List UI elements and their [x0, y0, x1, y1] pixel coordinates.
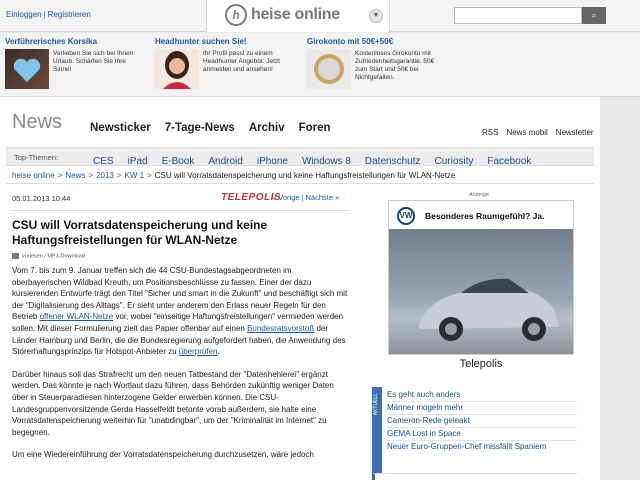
list-item[interactable]: Neuer Euro-Gruppen-Chef missfällt Spanie…: [387, 441, 577, 453]
site-logo[interactable]: h heise online ▼: [206, 0, 390, 32]
list-item[interactable]: Männer mogeln mehr: [387, 402, 577, 414]
article-headline: CSU will Vorratsdatenspeicherung und kei…: [12, 218, 268, 247]
paragraph: Darüber hinaus soll das Strafrecht um de…: [12, 369, 334, 437]
topic-link[interactable]: E-Book: [162, 156, 195, 167]
breadcrumb-item[interactable]: 2013: [96, 171, 114, 180]
breadcrumb: heise online > News >2013 > KW 1 > CSU will Vor…: [12, 171, 455, 180]
chevron-down-icon[interactable]: ▼: [369, 9, 383, 23]
article-pagination: « Vorige | Nächste »: [272, 193, 339, 202]
teaser-image: [155, 49, 199, 89]
ad-label: Anzeige: [469, 192, 489, 198]
teaser-image: [307, 49, 351, 89]
breadcrumb-item[interactable]: KW 1: [125, 171, 145, 180]
heart-icon: [13, 58, 41, 82]
article-date: 05.01.2013 10:44: [12, 194, 71, 203]
link-bundesrat[interactable]: Bundesratsvorstoß: [247, 324, 314, 333]
divider: [10, 210, 350, 211]
nav-archiv[interactable]: Archiv: [249, 122, 285, 134]
register-link[interactable]: Registrieren: [48, 10, 91, 19]
ad-caption[interactable]: Telepolis: [388, 358, 574, 370]
account-links: Einloggen | Registrieren: [6, 10, 91, 19]
logo-text: heise online: [251, 6, 340, 23]
topic-link[interactable]: Curiosity: [434, 156, 473, 167]
person-icon: [163, 51, 191, 89]
divider: [6, 183, 594, 184]
topics-label: Top-Themen:: [14, 153, 59, 162]
advertisement[interactable]: VW Besonderes Raumgefühl? Ja.: [388, 200, 574, 355]
teaser-headhunter[interactable]: Headhunter suchen Sie! Ihr Profil passt …: [155, 37, 300, 95]
rss-link[interactable]: RSS: [482, 128, 498, 137]
teaser-text: Verlieben Sie sich bei Ihrem Urlaub. Sch…: [53, 50, 134, 73]
breadcrumb-item[interactable]: heise online: [12, 171, 55, 180]
search-icon: ⌕: [591, 10, 597, 20]
separator: |: [43, 10, 46, 19]
current-news-box: AKTUELL Es geht auch anders Männer mogel…: [372, 387, 577, 473]
ad-header: VW Besonderes Raumgefühl? Ja.: [389, 201, 573, 229]
next-link[interactable]: Nächste »: [305, 193, 339, 202]
coin-icon: [314, 54, 344, 84]
separator: >: [88, 171, 94, 180]
top-topics-bar: Top-Themen: CES iPad E-Book Android iPhone Wi…: [6, 147, 594, 169]
ad-slogan: Besonderes Raumgefühl? Ja.: [425, 211, 545, 221]
teaser-title[interactable]: Girokonto mit 50€+50€: [307, 37, 447, 46]
topic-link[interactable]: Facebook: [487, 156, 531, 167]
article-body: Vom 7. bis zum 9. Januar treffen sich di…: [12, 265, 348, 472]
audio-links[interactable]: vorlesen / MP3-Download: [12, 253, 85, 259]
separator: >: [116, 171, 122, 180]
list-tag: AKTUELL: [372, 387, 382, 473]
login-link[interactable]: Einloggen: [6, 10, 42, 19]
vw-logo: VW: [397, 207, 415, 225]
paragraph: Vom 7. bis zum 9. Januar treffen sich di…: [12, 265, 348, 358]
topics-list: CES iPad E-Book Android iPhone Windows 8 Daten…: [93, 151, 545, 169]
teaser-title[interactable]: Verführerisches Korsika: [5, 37, 145, 46]
top-bar: Einloggen | Registrieren h heise online ▼ …: [0, 0, 640, 32]
nav-foren[interactable]: Foren: [299, 122, 331, 134]
topic-link[interactable]: Datenschutz: [365, 156, 421, 167]
topic-link[interactable]: iPhone: [257, 156, 288, 167]
link-wlan[interactable]: offener WLAN-Netze: [40, 312, 114, 321]
separator: |: [301, 193, 304, 202]
teaser-text: Ihr Profil passt zu einem Headhunter Ang…: [203, 50, 280, 73]
teaser-korsika[interactable]: Verführerisches Korsika Verlieben Sie si…: [5, 37, 145, 95]
ad-teaser-strip: Verführerisches Korsika Verlieben Sie si…: [0, 33, 640, 97]
list-item[interactable]: Cameron-Rede geleakt: [387, 415, 577, 427]
teaser-girokonto[interactable]: Girokonto mit 50€+50€ Kostenloses Giroko…: [307, 37, 447, 95]
newsletter-link[interactable]: Newsletter: [556, 128, 594, 137]
link-ueberpruefen[interactable]: überprüfen: [179, 347, 218, 356]
list-tag-label: AKTUELL: [373, 393, 379, 416]
text: .: [217, 347, 220, 357]
main-nav: Newsticker 7-Tage-News Archiv Foren: [90, 118, 345, 136]
breadcrumb-item[interactable]: News: [65, 171, 85, 180]
audio-label[interactable]: vorlesen / MP3-Download: [22, 253, 85, 259]
nav-newsticker[interactable]: Newsticker: [90, 122, 151, 134]
search-button[interactable]: ⌕: [582, 7, 606, 24]
speaker-icon: [12, 253, 19, 259]
section-title[interactable]: News: [12, 111, 62, 134]
news-list: Es geht auch anders Männer mogeln mehr C…: [387, 389, 577, 453]
car-icon: [419, 278, 559, 341]
search-input[interactable]: [454, 7, 582, 24]
page-gutter: [600, 97, 640, 480]
separator: >: [57, 171, 63, 180]
paragraph: Um eine Wiedereinführung der Vorratsdate…: [12, 450, 314, 460]
teaser-title[interactable]: Headhunter suchen Sie!: [155, 37, 300, 46]
sub-nav: RSS News mobil Newsletter: [474, 122, 594, 140]
news-mobil-link[interactable]: News mobil: [506, 128, 547, 137]
topic-link[interactable]: CES: [93, 156, 114, 167]
list-item[interactable]: Es geht auch anders: [387, 389, 577, 401]
topic-link[interactable]: Windows 8: [302, 156, 351, 167]
prev-link[interactable]: « Vorige: [272, 193, 300, 202]
heise-logo-icon: h: [225, 4, 247, 26]
secondary-box: [372, 473, 577, 480]
list-item[interactable]: GEMA Lost in Space: [387, 428, 577, 440]
separator: >: [147, 171, 152, 180]
teaser-image: [5, 49, 49, 89]
topic-link[interactable]: iPad: [128, 156, 148, 167]
teaser-text: Kostenloses Girokonto mit Zufriedenheits…: [355, 50, 435, 81]
ad-car-image: [389, 229, 573, 354]
topic-link[interactable]: Android: [208, 156, 242, 167]
nav-7-tage-news[interactable]: 7-Tage-News: [165, 122, 235, 134]
breadcrumb-current: CSU will Vorratsdatenspeicherung und kei…: [154, 171, 456, 180]
